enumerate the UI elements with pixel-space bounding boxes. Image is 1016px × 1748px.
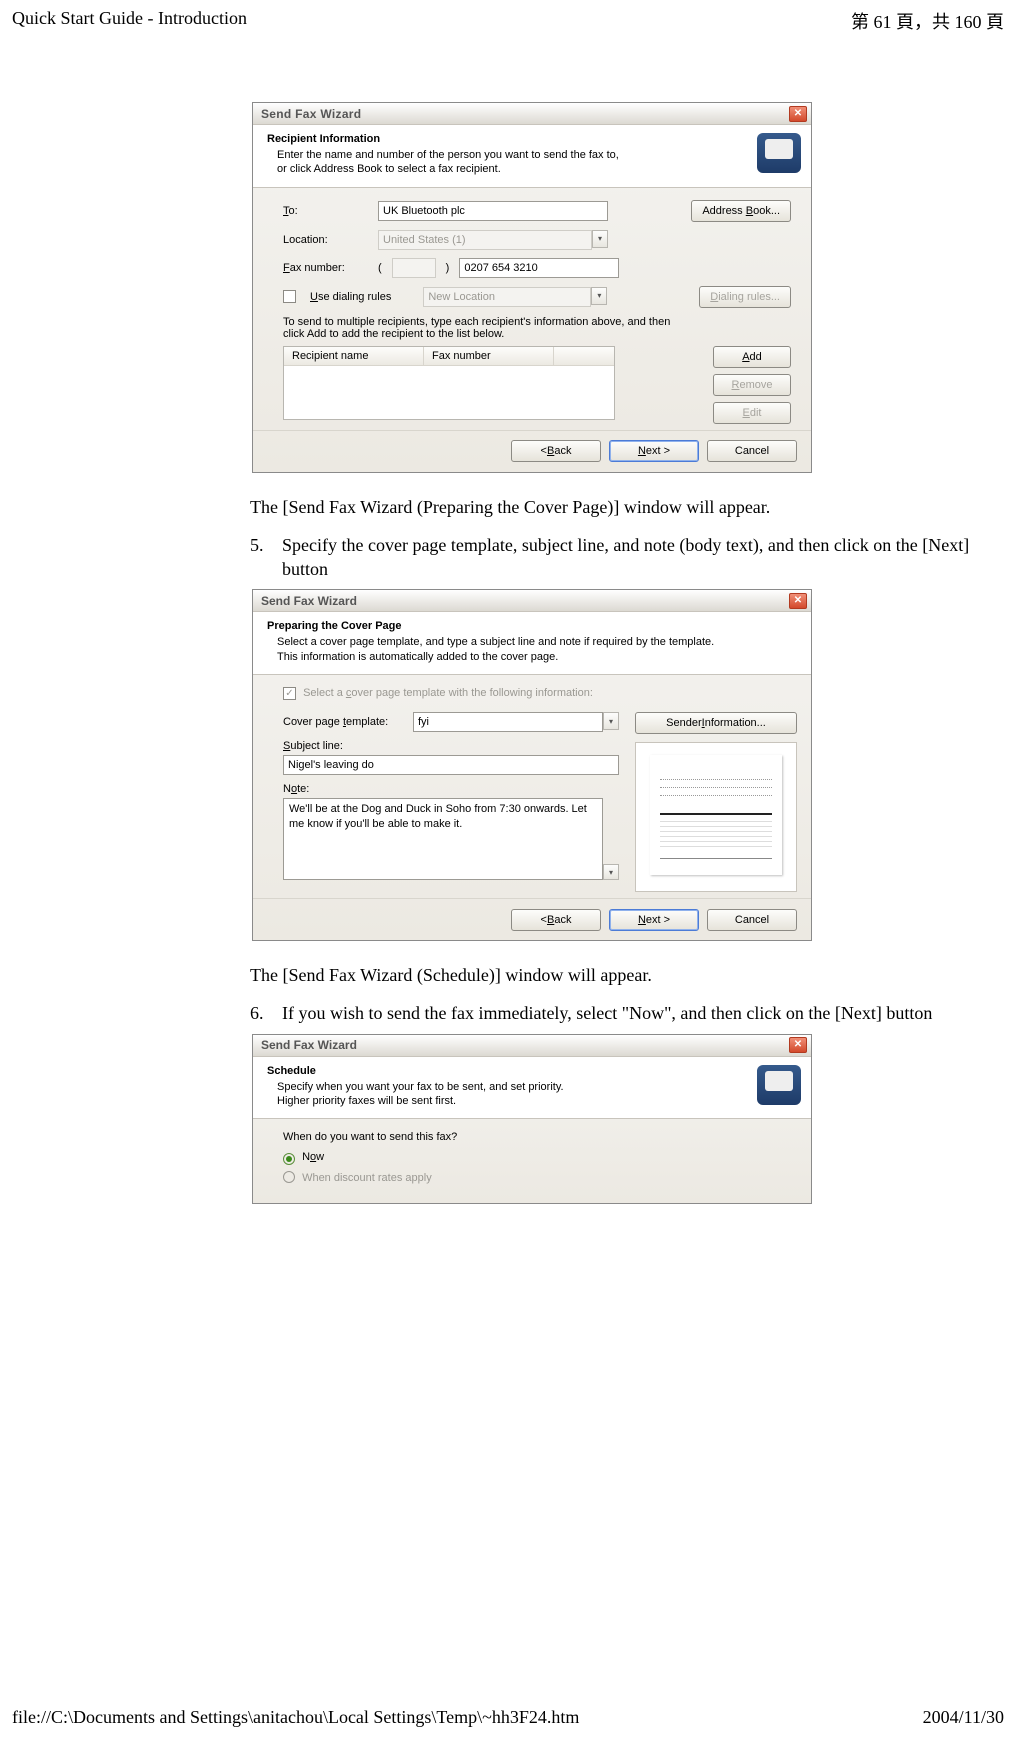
wizard-titlebar: Send Fax Wizard ✕ bbox=[253, 590, 811, 612]
template-label: Cover page template: bbox=[283, 716, 403, 728]
wizard-cover-page: Send Fax Wizard ✕ Preparing the Cover Pa… bbox=[252, 589, 812, 941]
header-right: 第 61 頁，共 160 頁 bbox=[851, 8, 1004, 34]
edit-button: Edit bbox=[713, 402, 791, 424]
close-icon[interactable]: ✕ bbox=[789, 1037, 807, 1053]
chevron-down-icon[interactable]: ▾ bbox=[592, 230, 608, 248]
chevron-down-icon[interactable]: ▾ bbox=[603, 712, 619, 730]
wizard-title: Send Fax Wizard bbox=[261, 1038, 357, 1052]
template-select[interactable]: fyi bbox=[413, 712, 603, 732]
select-cover-checkbox: ✓ bbox=[283, 687, 296, 700]
to-label: To: bbox=[283, 205, 368, 217]
wizard-sub2: This information is automatically added … bbox=[267, 650, 714, 664]
fax-area-input bbox=[392, 258, 436, 278]
header-left: Quick Start Guide - Introduction bbox=[12, 8, 247, 34]
printer-icon bbox=[757, 1065, 801, 1105]
fax-number-input[interactable]: 0207 654 3210 bbox=[459, 258, 619, 278]
printer-icon bbox=[757, 133, 801, 173]
cancel-button[interactable]: Cancel bbox=[707, 440, 797, 462]
wizard-titlebar: Send Fax Wizard ✕ bbox=[253, 103, 811, 125]
schedule-question: When do you want to send this fax? bbox=[283, 1131, 791, 1143]
note-label: Note: bbox=[283, 783, 619, 795]
wizard-sub2: Higher priority faxes will be sent first… bbox=[267, 1094, 564, 1108]
scroll-down-icon[interactable]: ▾ bbox=[603, 864, 619, 880]
step5-number: 5. bbox=[250, 533, 270, 582]
wizard-sub1: Select a cover page template, and type a… bbox=[267, 635, 714, 649]
location-label: Location: bbox=[283, 234, 368, 246]
wizard-header: Preparing the Cover Page Select a cover … bbox=[253, 612, 811, 675]
page-header: Quick Start Guide - Introduction 第 61 頁，… bbox=[0, 0, 1016, 42]
new-location-select: New Location bbox=[423, 287, 591, 307]
chevron-down-icon[interactable]: ▾ bbox=[591, 287, 607, 305]
remove-button: Remove bbox=[713, 374, 791, 396]
multi-recipient-note1: To send to multiple recipients, type eac… bbox=[283, 316, 791, 328]
col-fax-number: Fax number bbox=[424, 347, 554, 365]
sender-info-button[interactable]: Sender Information... bbox=[635, 712, 797, 734]
next-button[interactable]: Next > bbox=[609, 440, 699, 462]
cover-preview bbox=[635, 742, 797, 892]
step6-text: If you wish to send the fax immediately,… bbox=[282, 1001, 986, 1025]
close-icon[interactable]: ✕ bbox=[789, 593, 807, 609]
wizard-sub2: or click Address Book to select a fax re… bbox=[267, 162, 619, 176]
multi-recipient-note2: click Add to add the recipient to the li… bbox=[283, 328, 791, 340]
location-input: United States (1) bbox=[378, 230, 592, 250]
add-button[interactable]: Add bbox=[713, 346, 791, 368]
wizard-sub1: Specify when you want your fax to be sen… bbox=[267, 1080, 564, 1094]
close-icon[interactable]: ✕ bbox=[789, 106, 807, 122]
radio-discount-label: When discount rates apply bbox=[302, 1172, 432, 1184]
footer-right: 2004/11/30 bbox=[923, 1707, 1004, 1728]
fax-label: Fax number: bbox=[283, 262, 368, 274]
next-button[interactable]: Next > bbox=[609, 909, 699, 931]
wizard-header: Schedule Specify when you want your fax … bbox=[253, 1057, 811, 1120]
use-rules-checkbox[interactable] bbox=[283, 290, 296, 303]
select-cover-label: Select a cover page template with the fo… bbox=[303, 687, 593, 699]
wizard-heading: Preparing the Cover Page bbox=[267, 620, 714, 632]
use-rules-label: Use dialing rules bbox=[310, 291, 391, 303]
address-book-button[interactable]: Address Book... bbox=[691, 200, 791, 222]
dialing-rules-button: Dialing rules... bbox=[699, 286, 791, 308]
subject-input[interactable]: Nigel's leaving do bbox=[283, 755, 619, 775]
wizard-sub1: Enter the name and number of the person … bbox=[267, 148, 619, 162]
step6-number: 6. bbox=[250, 1001, 270, 1025]
wizard-schedule: Send Fax Wizard ✕ Schedule Specify when … bbox=[252, 1034, 812, 1204]
recipients-table[interactable]: Recipient name Fax number bbox=[283, 346, 615, 420]
wizard-heading: Recipient Information bbox=[267, 133, 619, 145]
page-footer: file://C:\Documents and Settings\anitach… bbox=[12, 1707, 1004, 1728]
paragraph-after-img2: The [Send Fax Wizard (Schedule)] window … bbox=[250, 963, 986, 987]
wizard-header: Recipient Information Enter the name and… bbox=[253, 125, 811, 188]
note-textarea[interactable]: We'll be at the Dog and Duck in Soho fro… bbox=[283, 798, 603, 880]
cancel-button[interactable]: Cancel bbox=[707, 909, 797, 931]
radio-now[interactable] bbox=[283, 1153, 295, 1165]
paragraph-after-img1: The [Send Fax Wizard (Preparing the Cove… bbox=[250, 495, 986, 519]
document-content: Send Fax Wizard ✕ Recipient Information … bbox=[250, 102, 986, 1204]
radio-now-label: Now bbox=[302, 1151, 324, 1163]
wizard-title: Send Fax Wizard bbox=[261, 594, 357, 608]
wizard-heading: Schedule bbox=[267, 1065, 564, 1077]
back-button[interactable]: < Back bbox=[511, 440, 601, 462]
wizard-recipient-info: Send Fax Wizard ✕ Recipient Information … bbox=[252, 102, 812, 473]
wizard-titlebar: Send Fax Wizard ✕ bbox=[253, 1035, 811, 1057]
radio-discount[interactable] bbox=[283, 1171, 295, 1183]
subject-label: Subject line: bbox=[283, 740, 619, 752]
to-input[interactable]: UK Bluetooth plc bbox=[378, 201, 608, 221]
back-button[interactable]: < Back bbox=[511, 909, 601, 931]
footer-left: file://C:\Documents and Settings\anitach… bbox=[12, 1707, 579, 1728]
step5-text: Specify the cover page template, subject… bbox=[282, 533, 986, 582]
wizard-title: Send Fax Wizard bbox=[261, 107, 361, 121]
col-recipient-name: Recipient name bbox=[284, 347, 424, 365]
